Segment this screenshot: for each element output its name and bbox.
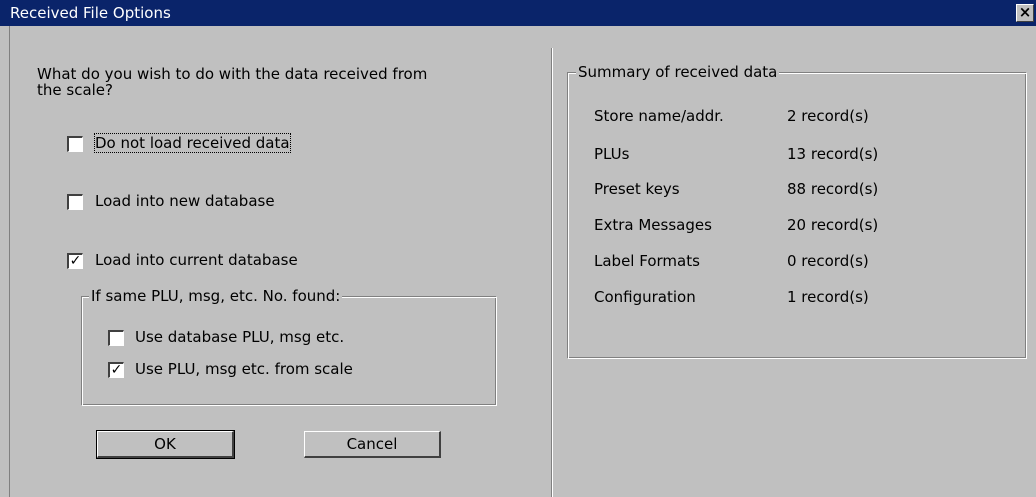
summary-value-extra-messages: 20 record(s): [787, 216, 879, 234]
title-bar: Received File Options ×: [0, 0, 1036, 26]
summary-label-plus: PLUs: [594, 145, 630, 163]
load-new-database-checkbox[interactable]: [67, 194, 83, 210]
check-icon: ✓: [69, 253, 82, 269]
summary-value-label-formats: 0 record(s): [787, 252, 869, 270]
summary-value-store: 2 record(s): [787, 107, 869, 125]
question-text: What do you wish to do with the data rec…: [37, 65, 428, 99]
same-plu-group: [81, 296, 497, 406]
summary-label-store: Store name/addr.: [594, 107, 724, 125]
summary-label-extra-messages: Extra Messages: [594, 216, 712, 234]
use-scale-plu-checkbox[interactable]: ✓: [108, 362, 124, 378]
window-title: Received File Options: [10, 4, 171, 22]
load-current-database-label[interactable]: Load into current database: [95, 251, 298, 269]
do-not-load-label[interactable]: Do not load received data: [94, 133, 291, 153]
do-not-load-checkbox[interactable]: [67, 136, 83, 152]
summary-group-legend: Summary of received data: [576, 63, 780, 81]
summary-label-label-formats: Label Formats: [594, 252, 700, 270]
summary-label-configuration: Configuration: [594, 288, 696, 306]
use-database-plu-label[interactable]: Use database PLU, msg etc.: [135, 328, 344, 346]
summary-value-configuration: 1 record(s): [787, 288, 869, 306]
vertical-divider: [551, 48, 552, 497]
same-plu-group-legend: If same PLU, msg, etc. No. found:: [89, 287, 343, 305]
load-current-database-checkbox[interactable]: ✓: [67, 253, 83, 269]
summary-value-plus: 13 record(s): [787, 145, 879, 163]
check-icon: ✓: [110, 362, 123, 378]
summary-value-preset-keys: 88 record(s): [787, 180, 879, 198]
load-new-database-label[interactable]: Load into new database: [95, 192, 275, 210]
use-scale-plu-label[interactable]: Use PLU, msg etc. from scale: [135, 360, 353, 378]
ok-button[interactable]: OK: [96, 430, 235, 459]
use-database-plu-checkbox[interactable]: [108, 330, 124, 346]
window-frame-left: [0, 26, 10, 497]
summary-label-preset-keys: Preset keys: [594, 180, 680, 198]
cancel-button[interactable]: Cancel: [304, 431, 441, 458]
close-icon: ×: [1018, 3, 1032, 21]
close-button[interactable]: ×: [1016, 4, 1034, 22]
